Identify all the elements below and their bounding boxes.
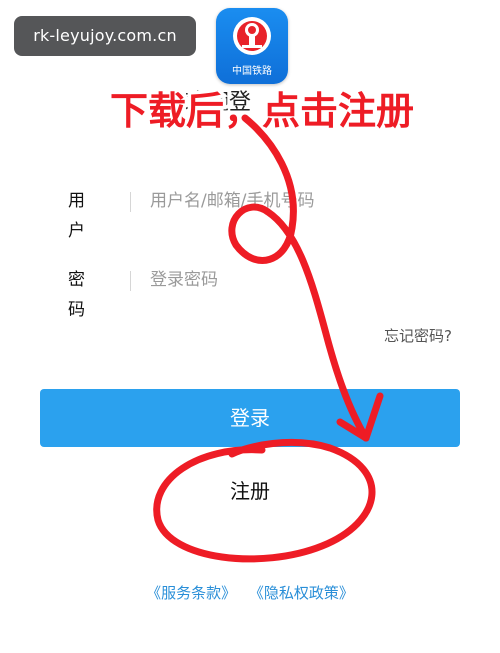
- divider: [130, 271, 131, 291]
- privacy-link[interactable]: 《隐私权政策》: [249, 584, 354, 602]
- divider: [130, 192, 131, 212]
- password-input[interactable]: [150, 265, 410, 295]
- overlay-headline-text: 下载后，点击注册: [110, 89, 414, 133]
- login-button[interactable]: 登录: [40, 389, 460, 447]
- forgot-password-link[interactable]: 忘记密码?: [384, 325, 452, 347]
- register-link[interactable]: 注册: [0, 476, 500, 506]
- footer-links: 《服务条款》 《隐私权政策》: [0, 582, 500, 604]
- username-input[interactable]: [150, 186, 410, 216]
- username-label: 用户: [68, 191, 85, 241]
- password-label: 密码: [68, 270, 85, 320]
- app-logo: 中国铁路: [216, 8, 288, 84]
- terms-link[interactable]: 《服务条款》: [146, 584, 236, 602]
- logo-caption: 中国铁路: [232, 66, 272, 77]
- watermark-badge: rk-leyujoy.com.cn: [14, 16, 196, 56]
- overlay-headline: 下载后，点击注册: [62, 82, 462, 142]
